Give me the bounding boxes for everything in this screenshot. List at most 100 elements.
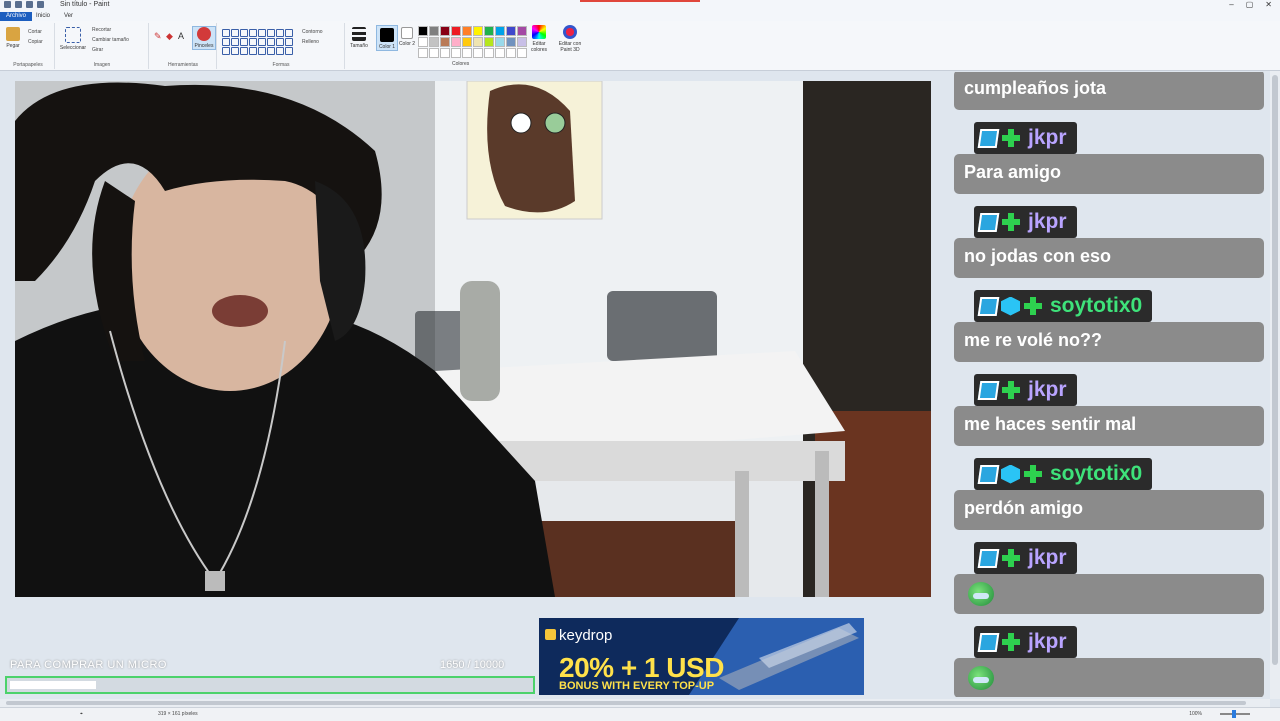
palette-swatch[interactable] [418, 26, 428, 36]
chat-message: jkpr [954, 626, 1264, 697]
ribbon: Pegar Cortar Copiar Portapapeles Selecci… [0, 21, 1280, 71]
palette-swatch[interactable] [440, 37, 450, 47]
chat-user-badge: soytotix0 [974, 458, 1153, 490]
canvas-size-text: 319 × 161 píxeles [158, 711, 198, 717]
shapes-gallery[interactable] [222, 29, 293, 55]
horizontal-scrollbar-thumb[interactable] [6, 701, 1246, 705]
palette-swatch[interactable] [418, 37, 428, 47]
vertical-scrollbar[interactable] [1270, 71, 1280, 699]
chat-username: soytotix0 [1050, 294, 1143, 317]
plus-badge-icon [1001, 380, 1021, 400]
chat-bubble: no jodas con eso [954, 238, 1264, 278]
undo-icon[interactable] [26, 1, 33, 8]
color1-button[interactable]: Color 1 [376, 25, 398, 51]
chat-user-badge: jkpr [974, 542, 1077, 574]
palette-swatch[interactable] [495, 48, 505, 58]
select-button[interactable]: Seleccionar [58, 27, 88, 51]
save-icon[interactable] [15, 1, 22, 8]
palette-swatch[interactable] [484, 37, 494, 47]
palette-swatch[interactable] [473, 48, 483, 58]
palette-swatch[interactable] [440, 26, 450, 36]
palette-swatch[interactable] [506, 37, 516, 47]
zoom-slider-knob[interactable] [1232, 710, 1236, 718]
goal-progress-bar [5, 676, 535, 694]
palette-swatch[interactable] [429, 48, 439, 58]
paste-icon [6, 27, 20, 41]
subscriber-badge-icon [1001, 296, 1020, 316]
palette-swatch[interactable] [506, 26, 516, 36]
prime-badge-icon [977, 548, 1000, 568]
size-button[interactable]: Tamaño [348, 27, 370, 49]
palette-swatch[interactable] [462, 48, 472, 58]
chat-message: Para amigo jkpr [954, 122, 1264, 204]
palette-swatch[interactable] [451, 26, 461, 36]
minimize-button[interactable]: – [1229, 0, 1233, 9]
tab-view[interactable]: Ver [58, 12, 79, 21]
cut-button[interactable]: Cortar [28, 29, 42, 35]
color-palette[interactable] [418, 26, 527, 58]
goal-progress-fill [10, 681, 96, 689]
palette-swatch[interactable] [473, 26, 483, 36]
pencil-icon[interactable]: ✎ [154, 31, 162, 42]
color2-button[interactable]: Color 2 [398, 27, 416, 47]
palette-swatch[interactable] [506, 48, 516, 58]
tab-file[interactable]: Archivo [0, 12, 33, 21]
vertical-scrollbar-thumb[interactable] [1272, 75, 1278, 665]
chat-user-badge: jkpr [974, 206, 1077, 238]
crop-button[interactable]: Recortar [92, 27, 111, 33]
shape-outline-button[interactable]: Contorno [302, 29, 323, 35]
redo-icon[interactable] [37, 1, 44, 8]
window-controls: – ▢ ✕ [1229, 0, 1272, 9]
chat-username: jkpr [1028, 210, 1067, 233]
palette-swatch[interactable] [517, 37, 527, 47]
palette-swatch[interactable] [517, 26, 527, 36]
chat-bubble: perdón amigo [954, 490, 1264, 530]
palette-swatch[interactable] [495, 37, 505, 47]
tab-home[interactable]: Inicio [30, 12, 56, 21]
palette-swatch[interactable] [451, 48, 461, 58]
palette-swatch[interactable] [495, 26, 505, 36]
palette-swatch[interactable] [462, 37, 472, 47]
horizontal-scrollbar[interactable] [0, 699, 1270, 707]
palette-swatch[interactable] [517, 48, 527, 58]
brushes-button[interactable]: Pinceles [192, 26, 216, 50]
window-title: Sin título - Paint [60, 1, 110, 8]
rotate-button[interactable]: Girar [92, 47, 103, 53]
line-size-icon [352, 27, 366, 41]
quick-access-toolbar [4, 1, 44, 8]
chat-message-text: me haces sentir mal [964, 414, 1137, 434]
maximize-button[interactable]: ▢ [1246, 0, 1254, 9]
palette-swatch[interactable] [473, 37, 483, 47]
plus-badge-icon [1001, 212, 1021, 232]
palette-swatch[interactable] [429, 37, 439, 47]
palette-swatch[interactable] [418, 48, 428, 58]
shape-fill-button[interactable]: Relleno [302, 39, 319, 45]
webcam-feed [15, 81, 931, 597]
prime-badge-icon [977, 380, 1000, 400]
palette-swatch[interactable] [484, 48, 494, 58]
palette-swatch[interactable] [440, 48, 450, 58]
copy-button[interactable]: Copiar [28, 39, 43, 45]
chat-message-text: perdón amigo [964, 498, 1084, 518]
prime-badge-icon [977, 128, 1000, 148]
palette-swatch[interactable] [462, 26, 472, 36]
fill-icon[interactable]: ◆ [166, 31, 173, 42]
palette-swatch[interactable] [429, 26, 439, 36]
chat-bubble [954, 658, 1264, 697]
chat-bubble: me re volé no?? [954, 322, 1264, 362]
prime-badge-icon [977, 212, 1000, 232]
palette-swatch[interactable] [451, 37, 461, 47]
edit-colors-button[interactable]: Editar colores [528, 25, 550, 53]
paste-button[interactable]: Pegar [4, 27, 22, 49]
paint3d-button[interactable]: Editar con Paint 3D [556, 25, 584, 53]
palette-swatch[interactable] [484, 26, 494, 36]
select-icon [65, 27, 81, 43]
close-button[interactable]: ✕ [1265, 0, 1272, 9]
text-icon[interactable]: A [178, 31, 184, 41]
chat-message-text: me re volé no?? [964, 330, 1103, 350]
chat-bubble [954, 574, 1264, 614]
resize-button[interactable]: Cambiar tamaño [92, 37, 129, 43]
chat-message: me re volé no?? soytotix0 [954, 290, 1264, 372]
plus-badge-icon [1023, 296, 1043, 316]
plus-badge-icon [1001, 548, 1021, 568]
